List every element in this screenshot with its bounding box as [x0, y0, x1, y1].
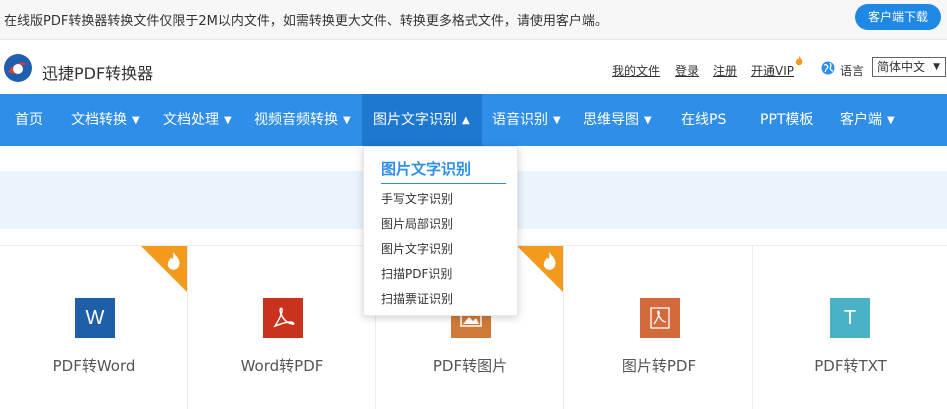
nav-label: 思维导图 — [583, 112, 639, 128]
nav-speech-recognition[interactable]: 语音识别 ▼ — [492, 94, 561, 146]
nav-ppt-template[interactable]: PPT模板 — [760, 94, 813, 146]
main-nav: 首页 文档转换 ▼ 文档处理 ▼ 视频音频转换 ▼ 图片文字识别 ▲ 语音识别 ▼ 思维导… — [0, 94, 947, 146]
dropdown-title[interactable]: 图片文字识别 — [381, 158, 471, 179]
dropdown-divider — [381, 183, 506, 184]
notice-text: 在线版PDF转换器转换文件仅限于2M以内文件，如需转换更大文件、转换更多格式文件… — [4, 14, 608, 29]
card-label: PDF转TXT — [814, 357, 887, 375]
nav-document-convert[interactable]: 文档转换 ▼ — [71, 94, 140, 146]
caret-up-icon: ▲ — [462, 115, 470, 126]
register-link[interactable]: 注册 — [713, 62, 737, 79]
nav-label: 语音识别 — [492, 112, 548, 128]
nav-label: 文档处理 — [163, 112, 219, 128]
card-label: Word转PDF — [240, 357, 324, 375]
login-link[interactable]: 登录 — [675, 62, 699, 79]
dropdown-item-scan-ticket-ocr[interactable]: 扫描票证识别 — [381, 290, 453, 307]
card-pdf-to-word[interactable]: W PDF转Word — [0, 246, 188, 409]
nav-label: 文档转换 — [71, 112, 127, 128]
card-pdf-to-txt[interactable]: T PDF转TXT — [754, 246, 947, 409]
caret-down-icon: ▼ — [343, 115, 351, 126]
notice-bar: 在线版PDF转换器转换文件仅限于2M以内文件，如需转换更大文件、转换更多格式文件… — [0, 0, 947, 40]
hot-badge-icon — [141, 246, 187, 292]
nav-video-audio[interactable]: 视频音频转换 ▼ — [254, 94, 351, 146]
dropdown-item-partial-image-ocr[interactable]: 图片局部识别 — [381, 215, 453, 232]
nav-label: 图片文字识别 — [373, 112, 457, 128]
card-image-to-pdf[interactable]: 图片转PDF — [565, 246, 753, 409]
hot-badge-icon — [517, 246, 563, 292]
word-icon: W — [75, 298, 115, 338]
my-files-link[interactable]: 我的文件 — [612, 62, 660, 79]
nav-label: 首页 — [15, 112, 43, 128]
txt-icon: T — [830, 298, 870, 338]
pdf-icon — [640, 298, 680, 338]
nav-home[interactable]: 首页 — [15, 94, 43, 146]
brand-logo-icon[interactable] — [2, 52, 34, 84]
nav-online-ps[interactable]: 在线PS — [681, 94, 726, 146]
globe-icon — [821, 61, 835, 75]
vip-fire-icon — [795, 56, 803, 66]
nav-mind-map[interactable]: 思维导图 ▼ — [583, 94, 652, 146]
nav-label: 在线PS — [681, 112, 727, 128]
nav-label: 客户端 — [840, 112, 882, 128]
language-value: 简体中文 — [877, 60, 926, 74]
caret-down-icon: ▼ — [224, 115, 232, 126]
card-label: 图片转PDF — [621, 357, 697, 375]
dropdown-item-handwriting-ocr[interactable]: 手写文字识别 — [381, 190, 453, 207]
caret-down-icon: ▼ — [644, 115, 652, 126]
card-word-to-pdf[interactable]: Word转PDF — [188, 246, 376, 409]
brand-name[interactable]: 迅捷PDF转换器 — [42, 60, 153, 84]
card-label: PDF转Word — [52, 357, 136, 375]
nav-client[interactable]: 客户端 ▼ — [840, 94, 895, 146]
caret-down-icon: ▼ — [132, 115, 140, 126]
caret-down-icon: ▼ — [553, 115, 561, 126]
language-select[interactable]: 简体中文 ▼ — [872, 57, 946, 77]
client-download-button[interactable]: 客户端下载 — [855, 4, 941, 30]
pdf-icon — [263, 298, 303, 338]
nav-label: PPT模板 — [760, 112, 814, 128]
open-vip-link[interactable]: 开通VIP — [751, 62, 794, 79]
card-label: PDF转图片 — [432, 357, 508, 375]
dropdown-item-scan-pdf-ocr[interactable]: 扫描PDF识别 — [381, 265, 452, 282]
select-arrow-icon: ▼ — [933, 62, 940, 72]
nav-label: 视频音频转换 — [254, 112, 338, 128]
language-label: 语言 — [840, 64, 865, 78]
nav-document-process[interactable]: 文档处理 ▼ — [163, 94, 232, 146]
dropdown-item-image-text-ocr[interactable]: 图片文字识别 — [381, 240, 453, 257]
caret-down-icon: ▼ — [887, 115, 895, 126]
nav-image-text-ocr[interactable]: 图片文字识别 ▲ — [362, 94, 482, 146]
ocr-dropdown-menu: 图片文字识别 手写文字识别 图片局部识别 图片文字识别 扫描PDF识别 扫描票证… — [363, 146, 518, 316]
